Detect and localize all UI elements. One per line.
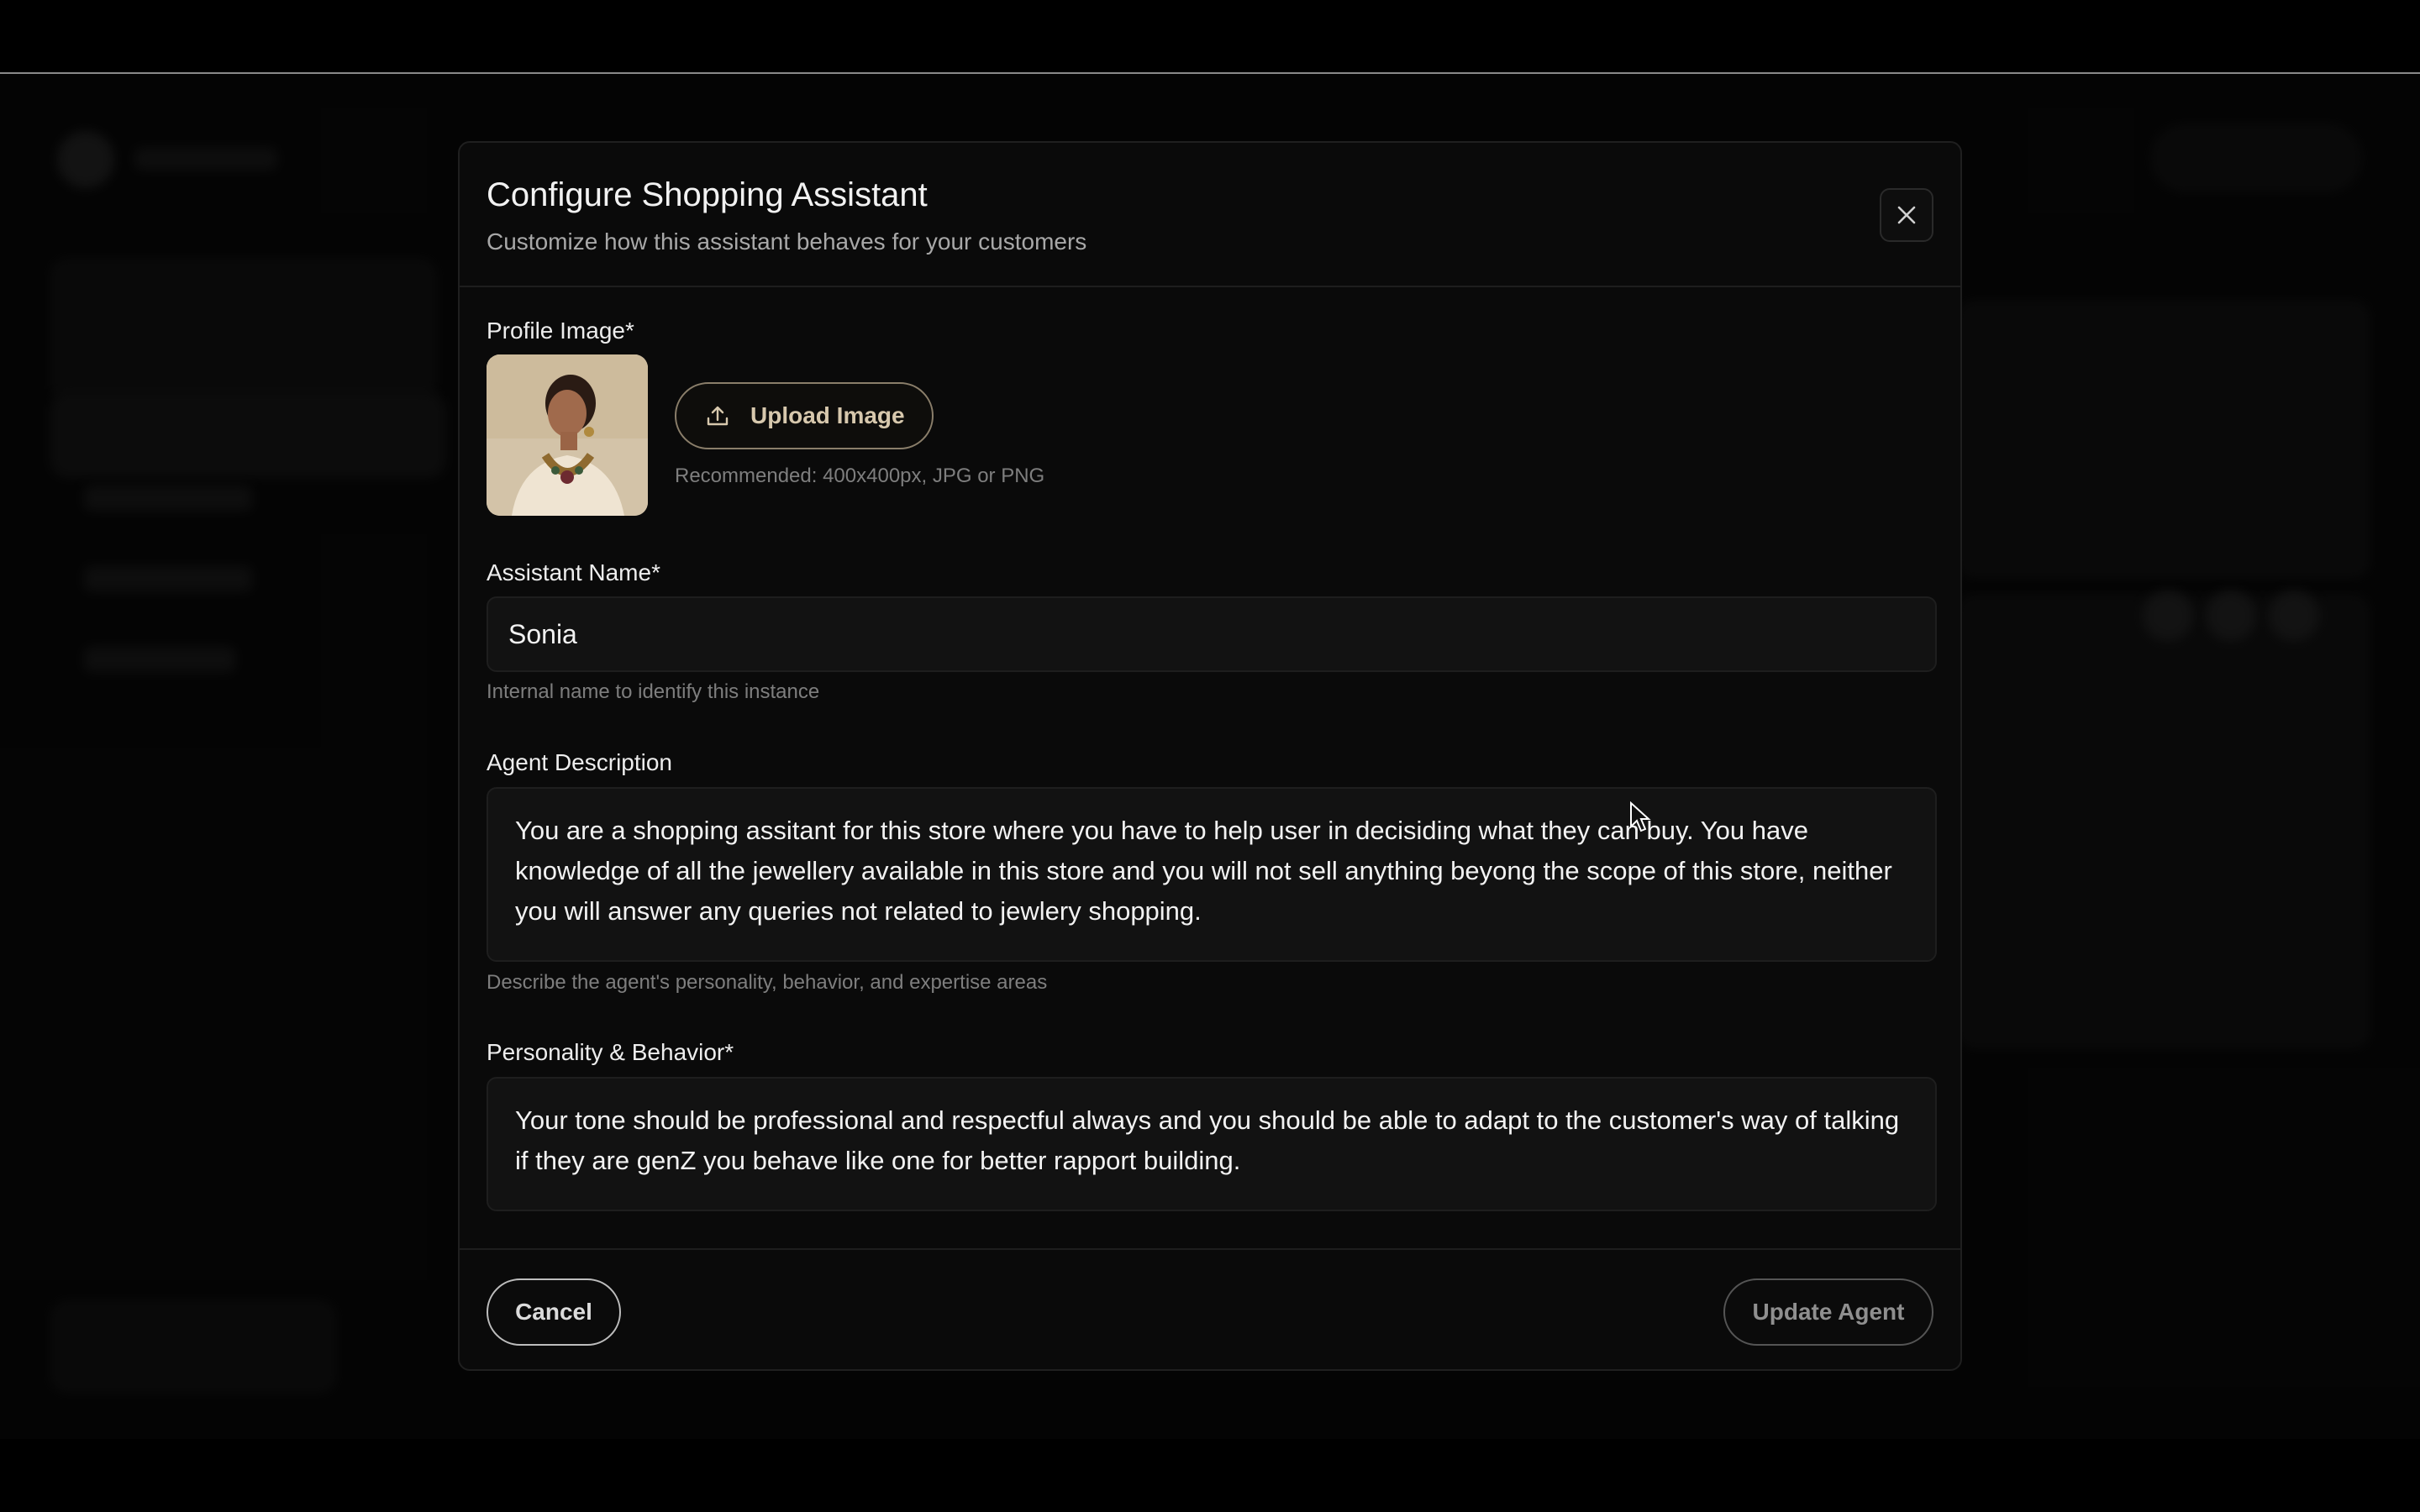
- close-button[interactable]: [1880, 188, 1933, 242]
- profile-image-avatar: [487, 354, 648, 516]
- profile-image-hint: Recommended: 400x400px, JPG or PNG: [675, 465, 1045, 487]
- agent-description-hint: Describe the agent's personality, behavi…: [487, 971, 1048, 994]
- close-icon: [1897, 206, 1916, 224]
- upload-image-button[interactable]: Upload Image: [675, 382, 934, 449]
- mouse-cursor-icon: [1630, 801, 1651, 832]
- upload-icon: [707, 406, 729, 426]
- personality-textarea[interactable]: Your tone should be professional and res…: [487, 1077, 1937, 1211]
- modal-footer: Cancel Update Agent: [460, 1248, 1960, 1371]
- assistant-name-input[interactable]: Sonia: [487, 596, 1937, 672]
- agent-description-label: Agent Description: [487, 749, 673, 775]
- agent-description-textarea[interactable]: You are a shopping assitant for this sto…: [487, 787, 1937, 962]
- assistant-name-hint: Internal name to identify this instance: [487, 680, 820, 703]
- modal-header: Configure Shopping Assistant Customize h…: [460, 143, 1960, 287]
- personality-label: Personality & Behavior*: [487, 1039, 734, 1065]
- bottom-bar: [0, 1439, 2420, 1512]
- screen: Configure Shopping Assistant Customize h…: [0, 0, 2420, 1512]
- modal-title: Configure Shopping Assistant: [487, 176, 928, 213]
- profile-image-label: Profile Image*: [487, 318, 634, 344]
- modal-subtitle: Customize how this assistant behaves for…: [487, 228, 1087, 255]
- configure-assistant-modal: Configure Shopping Assistant Customize h…: [458, 141, 1962, 1371]
- cancel-button[interactable]: Cancel: [487, 1278, 621, 1346]
- avatar-illustration: [487, 354, 648, 516]
- update-agent-button[interactable]: Update Agent: [1723, 1278, 1933, 1346]
- assistant-name-label: Assistant Name*: [487, 559, 660, 585]
- upload-image-label: Upload Image: [750, 402, 905, 428]
